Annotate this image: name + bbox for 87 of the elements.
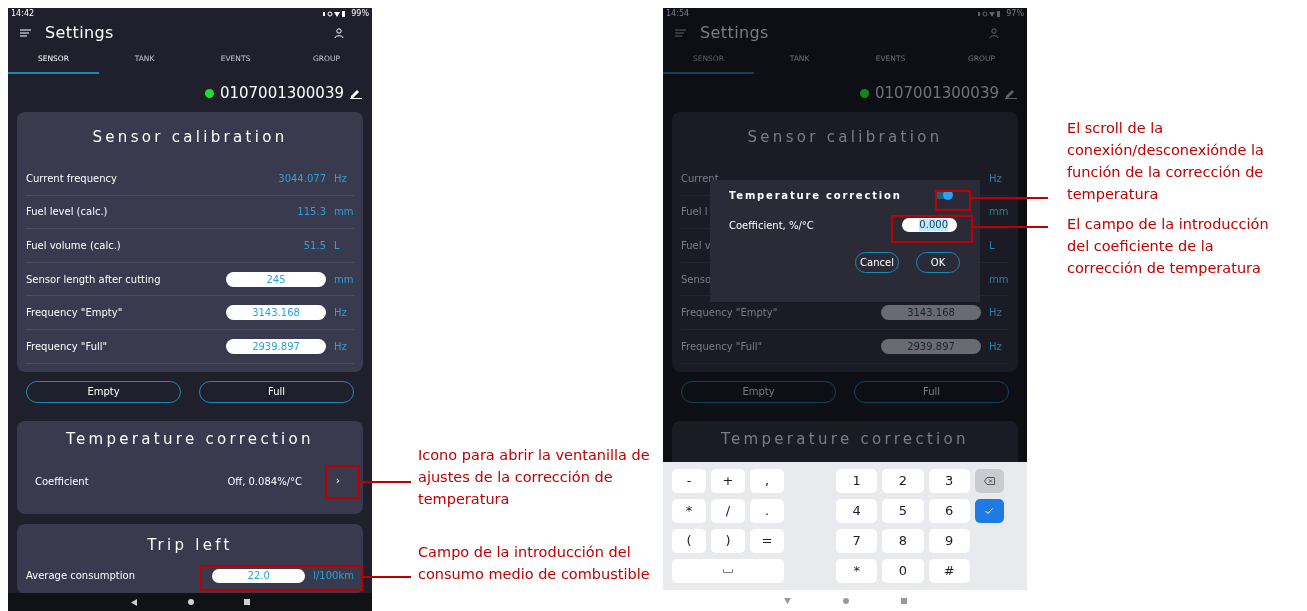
- leader-line: [361, 576, 412, 578]
- highlight-frame: [935, 190, 971, 211]
- unit-label: Hz: [333, 306, 348, 321]
- row-label: Fuel l: [681, 205, 708, 220]
- card-title: Sensor calibration: [746, 126, 944, 148]
- toggle-switch[interactable]: [935, 191, 951, 199]
- row-label: Frequency "Full": [26, 339, 108, 354]
- unit-label: mm: [333, 205, 354, 220]
- keyboard-key[interactable]: /: [711, 499, 745, 523]
- row-label: Fuel v: [681, 239, 711, 253]
- row-label: Current frequency: [26, 171, 117, 186]
- keyboard-key[interactable]: *: [672, 499, 706, 523]
- user-icon[interactable]: [334, 28, 344, 38]
- status-time: 14:54: [666, 8, 690, 20]
- battery-percent: 99%: [351, 8, 369, 20]
- backspace-key[interactable]: [974, 469, 1004, 493]
- row-label: Frequency "Empty": [681, 306, 778, 321]
- unit-label: L: [333, 239, 341, 253]
- keyboard-key[interactable]: 6: [928, 499, 970, 523]
- recents-icon[interactable]: [243, 599, 250, 605]
- row-label: Fuel level (calc.): [26, 205, 108, 220]
- keyboard-key[interactable]: 2: [882, 469, 924, 493]
- row-label: Average consumption: [26, 569, 135, 584]
- highlight-frame: [325, 465, 360, 499]
- card-title: Temperature correction: [65, 429, 315, 451]
- unit-label: l/100km: [313, 569, 354, 584]
- unit-label: Hz: [988, 171, 1003, 186]
- row-label: Frequency "Empty": [26, 306, 123, 321]
- space-bar-icon: [723, 569, 733, 573]
- keyboard-key[interactable]: .: [750, 499, 784, 523]
- card-title: Trip left: [146, 535, 234, 557]
- keyboard-key[interactable]: +: [711, 469, 745, 493]
- device-id: 0107001300039: [219, 82, 344, 104]
- keyboard-key[interactable]: 7: [836, 529, 878, 553]
- screen-title: Settings: [45, 22, 114, 44]
- home-icon[interactable]: [187, 599, 194, 605]
- card-title: Temperature correction: [720, 429, 970, 451]
- back-icon[interactable]: [130, 598, 138, 606]
- keyboard-key[interactable]: ): [711, 529, 745, 553]
- unit-label: mm: [333, 272, 354, 287]
- dialog-title: Temperature correction: [729, 188, 902, 203]
- keyboard-key[interactable]: 5: [882, 499, 924, 523]
- row-label: Senso: [681, 272, 712, 287]
- unit-label: mm: [988, 272, 1009, 287]
- unit-label: mm: [988, 205, 1009, 220]
- row-label: Frequency "Full": [681, 339, 763, 354]
- keyboard-key[interactable]: 8: [882, 529, 924, 553]
- input-field[interactable]: 0.000: [902, 218, 957, 232]
- row-label: Fuel volume (calc.): [26, 239, 121, 253]
- keyboard-key[interactable]: ,: [750, 469, 784, 493]
- unit-label: Hz: [333, 171, 348, 186]
- keyboard-key[interactable]: 9: [928, 529, 970, 553]
- unit-label: Hz: [988, 339, 1003, 354]
- keyboard-key[interactable]: -: [672, 469, 706, 493]
- unit-label: L: [988, 239, 996, 253]
- reading-value: 115.3: [297, 205, 326, 220]
- row-label: Sensor length after cutting: [26, 272, 161, 287]
- keyboard-key[interactable]: 3: [928, 469, 970, 493]
- annotation-text: Icono para abrir la ventanilla de ajustes de la corrección de temperatura: [418, 446, 651, 509]
- backspace-icon: [983, 477, 995, 485]
- annotation-text: Campo de la introducción del consumo medio de combustible: [418, 543, 651, 584]
- keyboard-key[interactable]: 4: [836, 499, 878, 523]
- field-label: Coefficient, %/°C: [729, 218, 814, 233]
- keyboard-key[interactable]: #: [928, 559, 970, 583]
- screen-title: Settings: [700, 22, 769, 44]
- keyboard-key[interactable]: *: [836, 559, 878, 583]
- unit-label: Hz: [333, 339, 348, 354]
- keyboard-key[interactable]: 1: [836, 469, 878, 493]
- chevron-button[interactable]: ›: [324, 467, 352, 496]
- row-label: Coefficient: [35, 475, 89, 490]
- reading-value: 51.5: [303, 239, 326, 253]
- keyboard-key[interactable]: =: [750, 529, 784, 553]
- keyboard-key[interactable]: (: [672, 529, 706, 553]
- card-title: Sensor calibration: [91, 126, 289, 148]
- annotation-text: El scroll de la conexión/desconexiónde la función de la corrección de temperatura: [1067, 119, 1265, 204]
- leader-line: [358, 481, 412, 483]
- keyboard-key[interactable]: 0: [882, 559, 924, 583]
- check-icon: [985, 508, 994, 514]
- unit-label: Hz: [988, 306, 1003, 321]
- device-id: 0107001300039: [874, 82, 999, 104]
- annotation-text: El campo de la introducción del coeficiente de la corrección de temperatura: [1067, 215, 1269, 278]
- pencil-icon[interactable]: [350, 87, 362, 99]
- battery-percent: 97%: [1006, 8, 1024, 20]
- coefficient-value: Off, 0.084%/°C: [227, 475, 302, 490]
- reading-value: 3044.077: [278, 171, 326, 186]
- status-time: 14:42: [11, 8, 35, 20]
- done-key[interactable]: [974, 499, 1004, 523]
